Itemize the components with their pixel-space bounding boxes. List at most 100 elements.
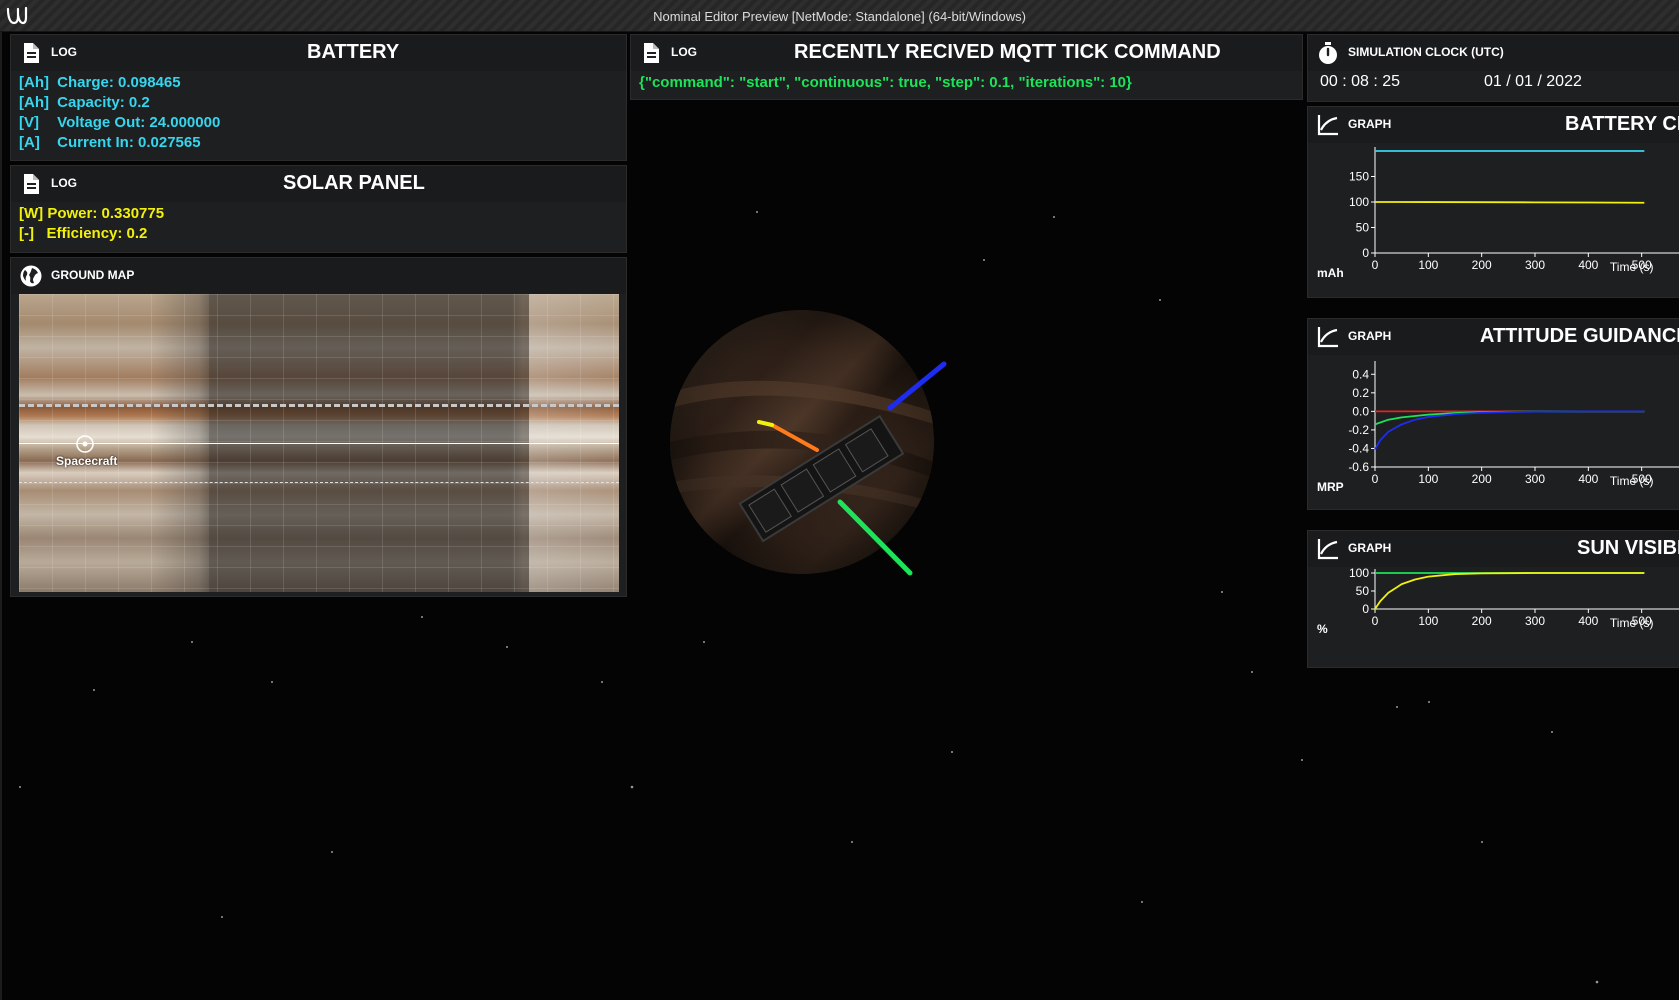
clock-values: 00 : 08 : 25 01 / 01 / 2022 [1308, 71, 1679, 101]
battery-charge: [Ah] Charge: 0.098465 [19, 74, 181, 91]
graph-title-attitude: ATTITUDE GUIDANCE [1480, 325, 1679, 347]
graph-header-battery: GRAPH BATTERY CH [1308, 107, 1679, 143]
ground-map-tag: GROUND MAP [51, 268, 135, 282]
orbit-band-lower [19, 482, 619, 483]
mqtt-command: {"command": "start", "continuous": true,… [639, 74, 1132, 91]
y-axis-label: % [1317, 622, 1328, 636]
y-tick-label: 0.2 [1352, 386, 1369, 400]
y-tick-label: 0.4 [1352, 367, 1369, 381]
graph-header-attitude: GRAPH ATTITUDE GUIDANCE [1308, 319, 1679, 355]
document-icon [644, 43, 659, 63]
y-tick-label: 150 [1349, 170, 1369, 184]
y-axis-label: mAh [1317, 266, 1344, 280]
solar-panel-header: LOG SOLAR PANEL [11, 166, 626, 202]
x-tick-label: 300 [1525, 614, 1545, 628]
x-axis-label: Time (s) [1610, 260, 1654, 274]
mqtt-panel: LOG RECENTLY RECIVED MQTT TICK COMMAND {… [630, 34, 1303, 100]
ground-map[interactable]: Spacecraft [19, 294, 619, 592]
graph-icon [1317, 539, 1338, 560]
graph-tag-sun: GRAPH [1348, 541, 1392, 555]
graph-tag-battery: GRAPH [1348, 117, 1392, 131]
battery-tag: LOG [51, 45, 77, 59]
x-tick-label: 0 [1372, 258, 1379, 272]
y-tick-label: 50 [1356, 221, 1370, 235]
x-tick-label: 400 [1578, 614, 1598, 628]
series-line-1 [1374, 572, 1645, 610]
graph-icon [1317, 115, 1338, 136]
battery-panel: LOG BATTERY [Ah] Charge: 0.098465 [Ah] C… [10, 34, 627, 161]
ground-track [19, 443, 619, 444]
y-tick-label: -0.4 [1348, 441, 1369, 455]
graph-icon [1317, 327, 1338, 348]
x-tick-label: 100 [1418, 614, 1438, 628]
battery-current: [A] Current In: 0.027565 [19, 134, 201, 151]
mqtt-title: RECENTLY RECIVED MQTT TICK COMMAND [794, 41, 1221, 63]
x-tick-label: 400 [1578, 258, 1598, 272]
window-title: Nominal Editor Preview [NetMode: Standal… [653, 9, 1026, 24]
graph-title-battery: BATTERY CH [1565, 113, 1679, 135]
graph-tag-attitude: GRAPH [1348, 329, 1392, 343]
x-tick-label: 300 [1525, 258, 1545, 272]
mqtt-panel-header: LOG RECENTLY RECIVED MQTT TICK COMMAND [631, 35, 1302, 71]
solar-panel: LOG SOLAR PANEL [W] Power: 0.330775 [-] … [10, 165, 627, 253]
battery-panel-header: LOG BATTERY [11, 35, 626, 71]
x-tick-label: 200 [1472, 472, 1492, 486]
ground-map-header: GROUND MAP [11, 258, 626, 294]
battery-capacity: [Ah] Capacity: 0.2 [19, 94, 150, 111]
solar-efficiency: [-] Efficiency: 0.2 [19, 225, 148, 242]
y-tick-label: 100 [1349, 195, 1369, 209]
mqtt-log: {"command": "start", "continuous": true,… [631, 71, 1302, 93]
battery-log: [Ah] Charge: 0.098465 [Ah] Capacity: 0.2… [11, 71, 626, 153]
y-tick-label: 0 [1362, 602, 1369, 616]
y-tick-label: 100 [1349, 567, 1369, 580]
graph-panel-attitude: GRAPH ATTITUDE GUIDANCE -0.6 -0.4 -0.2 0.0 0… [1307, 318, 1679, 510]
x-tick-label: 200 [1472, 614, 1492, 628]
y-tick-label: -0.6 [1348, 460, 1369, 474]
graph-panel-battery: GRAPH BATTERY CH 0 50 100 150 0 100 200 300 400 5… [1307, 106, 1679, 298]
solar-power: [W] Power: 0.330775 [19, 205, 165, 222]
x-tick-label: 400 [1578, 472, 1598, 486]
solar-log: [W] Power: 0.330775 [-] Efficiency: 0.2 [11, 202, 626, 244]
x-tick-label: 0 [1372, 472, 1379, 486]
x-tick-label: 200 [1472, 258, 1492, 272]
clock-date: 01 / 01 / 2022 [1484, 73, 1582, 90]
clock-time: 00 : 08 : 25 [1320, 73, 1401, 90]
sun-visibility-chart: 050100010020030040050060Time (s)% [1317, 567, 1679, 636]
x-tick-label: 100 [1418, 258, 1438, 272]
series-line-1 [1374, 410, 1645, 426]
viewport[interactable]: LOG BATTERY [Ah] Charge: 0.098465 [Ah] C… [0, 32, 1679, 1000]
battery-chart: 050100150010020030040050060Time (s)mAh [1317, 147, 1679, 280]
document-icon [24, 174, 39, 194]
x-axis-label: Time (s) [1610, 616, 1654, 630]
orbit-band-upper [19, 404, 619, 407]
clock-panel-header: SIMULATION CLOCK (UTC) [1308, 35, 1679, 71]
mqtt-tag: LOG [671, 45, 697, 59]
battery-title: BATTERY [307, 41, 400, 63]
series-line-2 [1374, 410, 1645, 450]
globe-icon [20, 265, 42, 287]
y-tick-label: -0.2 [1348, 423, 1369, 437]
stopwatch-icon [1319, 42, 1337, 64]
ground-map-panel: GROUND MAP Spacecraft [10, 257, 627, 597]
window-titlebar[interactable]: Nominal Editor Preview [NetMode: Standal… [0, 0, 1679, 32]
solar-title: SOLAR PANEL [283, 172, 425, 194]
graph-panel-sun: GRAPH SUN VISIBI 05010001002003004005006… [1307, 530, 1679, 668]
x-tick-label: 300 [1525, 472, 1545, 486]
clock-panel: SIMULATION CLOCK (UTC) 00 : 08 : 25 01 /… [1307, 34, 1679, 102]
y-tick-label: 0 [1362, 246, 1369, 260]
graph-title-sun: SUN VISIBI [1577, 537, 1679, 559]
x-axis-label: Time (s) [1610, 474, 1654, 488]
spacecraft-label: Spacecraft [56, 454, 118, 468]
clock-tag: SIMULATION CLOCK (UTC) [1348, 45, 1504, 59]
document-icon [24, 43, 39, 63]
series-line-1 [1374, 201, 1645, 204]
x-tick-label: 0 [1372, 614, 1379, 628]
y-axis-label: MRP [1317, 480, 1344, 494]
battery-voltage: [V] Voltage Out: 24.000000 [19, 114, 221, 131]
y-tick-label: 50 [1356, 584, 1370, 598]
solar-tag: LOG [51, 176, 77, 190]
graph-header-sun: GRAPH SUN VISIBI [1308, 531, 1679, 567]
spacecraft-marker-icon[interactable] [75, 434, 95, 454]
x-tick-label: 100 [1418, 472, 1438, 486]
y-tick-label: 0.0 [1352, 404, 1369, 418]
